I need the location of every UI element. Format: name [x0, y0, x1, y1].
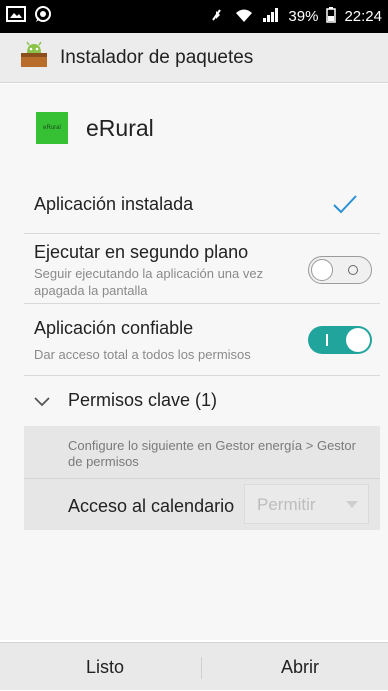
open-button[interactable]: Abrir	[203, 643, 388, 691]
background-toggle[interactable]	[308, 256, 372, 284]
battery-icon	[326, 6, 337, 27]
done-button[interactable]: Listo	[8, 643, 202, 691]
android-package-icon	[18, 39, 50, 76]
app-icon-text: eRural	[43, 125, 61, 131]
check-icon	[332, 194, 358, 219]
mute-icon	[210, 7, 226, 27]
bottom-action-bar: Listo Abrir	[0, 642, 388, 690]
content: eRural eRural Aplicación instalada Ejecu…	[0, 84, 388, 640]
divider	[24, 478, 380, 479]
trusted-row[interactable]: Aplicación confiable Dar acceso total a …	[24, 304, 380, 376]
installed-label: Aplicación instalada	[34, 194, 194, 214]
permissions-note: Configure lo siguiente en Gestor energía…	[68, 438, 356, 469]
app-header: eRural eRural	[36, 112, 154, 144]
clock: 22:24	[344, 8, 382, 25]
trusted-label: Aplicación confiable	[34, 318, 194, 338]
image-notification-icon	[6, 6, 26, 27]
background-description: Seguir ejecutando la aplicación una vez …	[34, 266, 264, 298]
divider	[201, 657, 202, 679]
trusted-toggle[interactable]	[308, 326, 372, 354]
permissions-panel: Configure lo siguiente en Gestor energía…	[24, 426, 380, 530]
status-bar: 39% 22:24	[0, 0, 388, 33]
app-icon: eRural	[36, 112, 68, 144]
signal-icon	[262, 7, 280, 27]
background-row[interactable]: Ejecutar en segundo plano Seguir ejecuta…	[24, 234, 380, 304]
permissions-header[interactable]: Permisos clave (1)	[24, 376, 380, 426]
chevron-down-icon	[34, 394, 50, 412]
permission-select[interactable]: Permitir	[244, 484, 369, 524]
installed-row: Aplicación instalada	[24, 176, 380, 234]
toggle-knob	[346, 328, 370, 352]
permission-item-label: Acceso al calendario	[68, 496, 235, 516]
background-label: Ejecutar en segundo plano	[34, 242, 249, 262]
permission-select-value: Permitir	[257, 495, 316, 514]
toggle-off-mark	[348, 265, 358, 275]
app-name: eRural	[86, 114, 154, 141]
wifi-icon	[234, 7, 254, 27]
app-bar: Instalador de paquetes	[0, 33, 388, 83]
toggle-on-mark	[326, 334, 328, 346]
toggle-knob	[311, 259, 333, 281]
whatsapp-icon	[34, 5, 52, 28]
trusted-description: Dar acceso total a todos los permisos	[34, 347, 251, 362]
page-title: Instalador de paquetes	[60, 46, 254, 68]
dropdown-arrow-icon	[346, 501, 358, 508]
permissions-header-label: Permisos clave (1)	[68, 390, 218, 410]
battery-percent: 39%	[288, 8, 319, 25]
